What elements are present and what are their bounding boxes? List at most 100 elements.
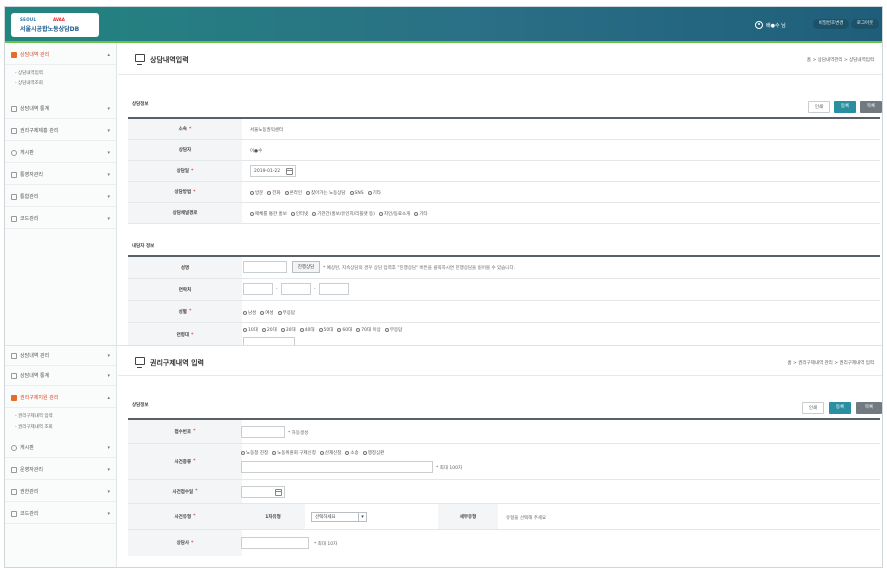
radio-method-visit[interactable]: 방문	[250, 190, 263, 196]
radio-channel-internet[interactable]: 인터넷	[290, 211, 308, 217]
sidebar-item-consult-manage[interactable]: 상담내역 관리 ▾	[5, 346, 116, 366]
sidebar-item-board[interactable]: 게시판 ▾	[5, 438, 116, 458]
consult-date-input[interactable]: 2019-01-22	[250, 165, 296, 177]
row-affiliation: 소속 * 서울노동권익센터	[128, 119, 880, 140]
radio-age-70[interactable]: 70대 이상	[356, 327, 381, 333]
radio-gender-male[interactable]: 남성	[243, 310, 256, 316]
sidebar-item-board[interactable]: 게시판 ▾	[5, 143, 116, 163]
radio-case-industrial-accident[interactable]: 산재신청	[319, 450, 341, 456]
sidebar-item-relief-manage[interactable]: 권리구제지원 관리 ▴	[5, 388, 116, 408]
radio-age-none[interactable]: 무응답	[384, 327, 402, 333]
radio-case-lawsuit[interactable]: 소송	[345, 450, 359, 456]
sidebar-item-operator[interactable]: 통영자관리 ▾	[5, 165, 116, 185]
calendar-icon[interactable]	[286, 168, 293, 175]
counselor-value: 이●수	[250, 149, 263, 154]
sidebar-item-integrated[interactable]: 통합관리 ▾	[5, 187, 116, 207]
code-icon	[11, 510, 17, 517]
sidebar-item-label: 상담내역 관리	[20, 52, 50, 58]
radio-age-20[interactable]: 20대	[261, 327, 277, 333]
chevron-down-icon: ▾	[358, 513, 366, 521]
consult-input-panel: 상담내역입력 홈 > 상담내역관리 > 상담내역입력 상담정보 인쇄 등록 목록…	[118, 43, 882, 347]
ongoing-consult-button[interactable]: 진행상담	[292, 261, 320, 273]
chevron-down-icon: ▾	[107, 467, 110, 473]
phone-part3-input[interactable]	[319, 283, 349, 295]
sidebar-item-label: 코드관리	[20, 216, 39, 222]
consult-date-value: 2019-01-22	[254, 169, 281, 174]
radio-case-admin-trial[interactable]: 행정심판	[362, 450, 384, 456]
client-name-input[interactable]	[243, 261, 287, 273]
logout-button[interactable]: 로그아웃	[851, 19, 879, 29]
print-button[interactable]: 인쇄	[802, 402, 824, 414]
page-title: 상담내역입력	[150, 56, 189, 64]
client-name-hint: * 예상된, 지속상담의 경우 상담 입력후 "진행상담" 버튼을 클릭하시면 …	[323, 266, 516, 271]
sidebar-item-consult-stats[interactable]: 상담내역 통계 ▾	[5, 99, 116, 119]
radio-age-40[interactable]: 40대	[299, 327, 315, 333]
chevron-down-icon: ▾	[107, 489, 110, 495]
sidebar-item-consult-manage[interactable]: 상담내역 관리 ▴	[5, 45, 116, 65]
label-case-type: 사건종류 *	[128, 444, 242, 479]
chevron-down-icon: ▾	[107, 194, 110, 200]
label-counselor: 상담자	[128, 140, 242, 160]
chevron-down-icon: ▾	[107, 353, 110, 359]
sidebar-item-permission[interactable]: 권한관리 ▾	[5, 482, 116, 502]
radio-age-60[interactable]: 60대	[337, 327, 352, 333]
phone-separator-1: -	[276, 287, 278, 292]
radio-channel-media[interactable]: 매체를 통한 홍보	[250, 211, 287, 217]
change-password-button[interactable]: 비밀번호변경	[813, 19, 849, 29]
radio-gender-none[interactable]: 무응답	[277, 310, 295, 316]
phone-part1-input[interactable]	[243, 283, 273, 295]
list-button[interactable]: 목록	[860, 101, 882, 113]
radio-age-50[interactable]: 50대	[318, 327, 333, 333]
radio-case-labor-committee[interactable]: 노동위원회 구제신청	[272, 450, 316, 456]
radio-method-outreach[interactable]: 찾아가는 노동상담	[305, 190, 346, 196]
chevron-down-icon: ▾	[107, 511, 110, 517]
sidebar-item-code[interactable]: 코드관리 ▾	[5, 209, 116, 229]
receipt-number-input[interactable]	[241, 426, 285, 438]
row-consult-date: 상담일 * 2019-01-22	[128, 161, 880, 182]
radio-gender-female[interactable]: 여성	[260, 310, 274, 316]
chart-icon	[11, 105, 17, 112]
row-case-type: 사건종류 * 노동청 진정 노동위원회 구제신청 산재신청 소송 행정심판 * 최…	[128, 444, 880, 480]
primary-type-select[interactable]: 선택하세요 ▾	[311, 512, 367, 522]
case-type-other-input[interactable]	[241, 461, 433, 473]
sidebar-item-label: 통합관리	[20, 194, 39, 200]
case-date-input[interactable]	[241, 486, 285, 498]
print-button[interactable]: 인쇄	[808, 101, 830, 113]
radio-channel-referral[interactable]: 지인/동료소개	[378, 211, 410, 217]
row-client-name: 성명 진행상담 * 예상된, 지속상담의 경우 상담 입력후 "진행상담" 버튼…	[128, 257, 880, 279]
radio-case-labor-office[interactable]: 노동청 진정	[241, 450, 268, 456]
sidebar-item-label: 게시판	[20, 150, 34, 156]
sidebar-item-relief-manage[interactable]: 권리구제제흥 관리 ▾	[5, 121, 116, 141]
counselor-input[interactable]	[241, 537, 309, 549]
radio-method-phone[interactable]: 전화	[267, 190, 281, 196]
radio-age-10[interactable]: 10대	[243, 327, 258, 333]
consult-page-header: 상담내역입력 홈 > 상담내역관리 > 상담내역입력	[118, 43, 882, 75]
pencil-icon	[11, 193, 17, 200]
chevron-down-icon: ▾	[107, 172, 110, 178]
radio-age-30[interactable]: 30대	[280, 327, 296, 333]
radio-channel-etc[interactable]: 기타	[414, 211, 428, 217]
folder-icon	[11, 394, 17, 401]
radio-method-etc[interactable]: 기타	[367, 190, 381, 196]
register-button[interactable]: 등록	[834, 101, 856, 113]
row-gender: 성별 * 남성 여성 무응답	[128, 301, 880, 323]
register-button[interactable]: 등록	[829, 402, 851, 414]
sidebar-sub-relief-input[interactable]: - 권리구제내역 입력	[15, 413, 53, 419]
radio-method-online[interactable]: 온라인	[284, 190, 302, 196]
radio-method-sns[interactable]: SNS	[349, 191, 364, 196]
sidebar-sub-relief-search[interactable]: - 권리구제내역 조회	[15, 424, 53, 430]
sidebar-item-consult-stats[interactable]: 상담내역 통계 ▾	[5, 366, 116, 386]
sidebar-item-label: 상담내역 관리	[20, 353, 50, 359]
sidebar-sub-consult-input[interactable]: - 상담내역입력	[15, 70, 43, 76]
site-logo[interactable]: SEOUL AVAA 서울시공합노동상담DB	[11, 13, 99, 37]
sidebar-item-code[interactable]: 코드관리 ▾	[5, 504, 116, 524]
sidebar-sub-consult-search[interactable]: - 상담내역조회	[15, 80, 43, 86]
calendar-icon[interactable]	[275, 489, 282, 496]
case-type-hint: * 최대 100자	[436, 466, 463, 471]
radio-channel-agency[interactable]: 기관간(홍보/유인지/리플렛 등)	[312, 211, 375, 217]
list-button[interactable]: 목록	[856, 402, 882, 414]
sidebar-item-operator[interactable]: 운영자관리 ▾	[5, 460, 116, 480]
phone-part2-input[interactable]	[281, 283, 311, 295]
user-icon	[11, 466, 17, 473]
chevron-down-icon: ▾	[107, 150, 110, 156]
